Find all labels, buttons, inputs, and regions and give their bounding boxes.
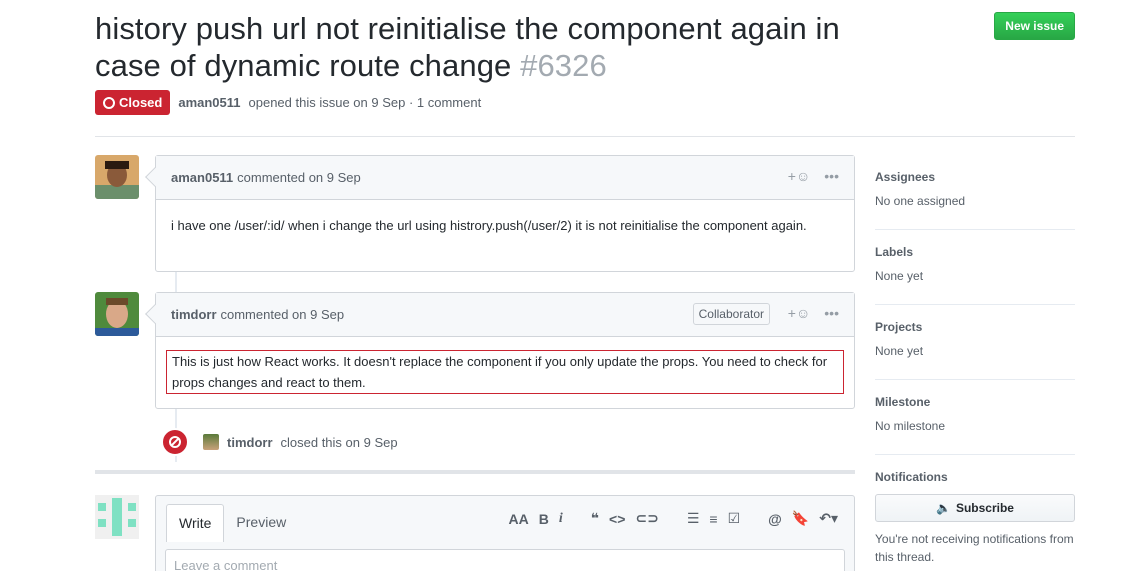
highlighted-comment-text: This is just how React works. It doesn't… — [166, 350, 844, 394]
task-list-icon[interactable]: ☑ — [728, 510, 741, 527]
sidebar-title: Labels — [875, 245, 914, 259]
comment-textarea[interactable]: Leave a comment — [165, 549, 845, 571]
sidebar-title: Projects — [875, 320, 923, 334]
sidebar-notifications: Notifications 🔈 Subscribe You're not rec… — [875, 455, 1075, 566]
issue-title-text: history push url not reinitialise the co… — [95, 11, 840, 83]
comment-1: aman0511 commented on 9 Sep +☺ ••• i hav… — [145, 155, 855, 272]
code-icon[interactable]: <> — [609, 511, 625, 527]
sidebar-title: Assignees — [875, 170, 936, 184]
comment-body: This is just how React works. It doesn't… — [156, 337, 854, 407]
comment-meta[interactable]: commented on 9 Sep — [221, 307, 345, 322]
composer-tabs: Write Preview — [166, 504, 298, 542]
mention-icon[interactable]: @ — [768, 511, 782, 527]
tab-write[interactable]: Write — [166, 504, 225, 542]
tab-preview[interactable]: Preview — [224, 504, 298, 542]
reply-icon[interactable]: ↶▾ — [819, 510, 838, 527]
issue-sidebar: Assignees No one assigned Labels None ye… — [875, 155, 1075, 566]
heading-icon[interactable]: AA — [509, 511, 529, 527]
comment-composer: Write Preview AA B i ❝ <> ⊂⊃ ☰ ≡ ☑ @ 🔖 ↶… — [155, 495, 855, 571]
notifications-note: You're not receiving notifications from … — [875, 532, 1074, 564]
issue-number: #6326 — [520, 48, 607, 83]
bulleted-list-icon[interactable]: ☰ — [687, 510, 700, 527]
sidebar-milestone[interactable]: Milestone No milestone — [875, 380, 1075, 455]
link-icon[interactable]: ⊂⊃ — [635, 510, 658, 527]
issue-title: history push url not reinitialise the co… — [95, 10, 895, 84]
more-options-icon[interactable]: ••• — [824, 305, 839, 321]
closed-event: timdorr closed this on 9 Sep — [161, 428, 398, 456]
avatar-image — [95, 155, 139, 199]
sidebar-value: No one assigned — [875, 194, 966, 208]
subscribe-button[interactable]: 🔈 Subscribe — [875, 494, 1075, 522]
sidebar-labels[interactable]: Labels None yet — [875, 230, 1075, 305]
comment-actions: +☺ ••• — [788, 168, 839, 184]
comment-header: timdorr commented on 9 Sep Collaborator … — [156, 293, 854, 337]
status-badge: Closed — [95, 90, 171, 115]
comment-author[interactable]: aman0511 — [171, 170, 233, 185]
sidebar-assignees[interactable]: Assignees No one assigned — [875, 155, 1075, 230]
timeline-end-divider — [95, 470, 855, 474]
event-text: closed this on 9 Sep — [280, 434, 398, 450]
avatar-image — [95, 292, 139, 336]
collaborator-badge: Collaborator — [692, 303, 770, 325]
markdown-toolbar: AA B i ❝ <> ⊂⊃ ☰ ≡ ☑ @ 🔖 ↶▾ — [509, 510, 838, 527]
sidebar-title: Milestone — [875, 395, 931, 409]
comment-2: timdorr commented on 9 Sep Collaborator … — [145, 292, 855, 409]
event-actor[interactable]: timdorr — [227, 435, 273, 450]
italic-icon[interactable]: i — [559, 511, 563, 527]
bookmark-icon[interactable]: 🔖 — [792, 510, 809, 527]
issue-header: history push url not reinitialise the co… — [95, 10, 1075, 84]
closed-event-icon — [161, 428, 189, 456]
comment-actions: +☺ ••• — [788, 305, 839, 321]
issue-meta: Closed aman0511 opened this issue on 9 S… — [95, 90, 481, 115]
new-issue-button[interactable]: New issue — [994, 12, 1075, 40]
more-options-icon[interactable]: ••• — [824, 168, 839, 184]
bold-icon[interactable]: B — [539, 511, 549, 527]
avatar-aman0511[interactable] — [95, 155, 139, 199]
comment-meta[interactable]: commented on 9 Sep — [237, 170, 361, 185]
issue-author-link[interactable]: aman0511 — [178, 95, 240, 110]
issue-opened-text: opened this issue on 9 Sep · 1 comment — [248, 95, 482, 110]
sidebar-projects[interactable]: Projects None yet — [875, 305, 1075, 380]
comment-header: aman0511 commented on 9 Sep +☺ ••• — [156, 156, 854, 200]
subscribe-label: Subscribe — [955, 501, 1014, 515]
comment-body: i have one /user/:id/ when i change the … — [171, 218, 807, 233]
numbered-list-icon[interactable]: ≡ — [709, 511, 717, 527]
avatar-timdorr[interactable] — [95, 292, 139, 336]
add-reaction-icon[interactable]: +☺ — [788, 168, 810, 184]
quote-icon[interactable]: ❝ — [591, 510, 599, 527]
current-user-avatar — [95, 495, 139, 539]
header-divider — [95, 136, 1075, 137]
sidebar-value: No milestone — [875, 419, 946, 433]
sidebar-value: None yet — [875, 344, 924, 358]
status-badge-label: Closed — [119, 95, 163, 110]
event-avatar[interactable] — [203, 434, 219, 450]
sidebar-value: None yet — [875, 269, 924, 283]
sidebar-title: Notifications — [875, 470, 948, 484]
issue-closed-icon — [103, 96, 115, 109]
speaker-icon: 🔈 — [936, 501, 951, 515]
comment-author[interactable]: timdorr — [171, 307, 217, 322]
add-reaction-icon[interactable]: +☺ — [788, 305, 810, 321]
